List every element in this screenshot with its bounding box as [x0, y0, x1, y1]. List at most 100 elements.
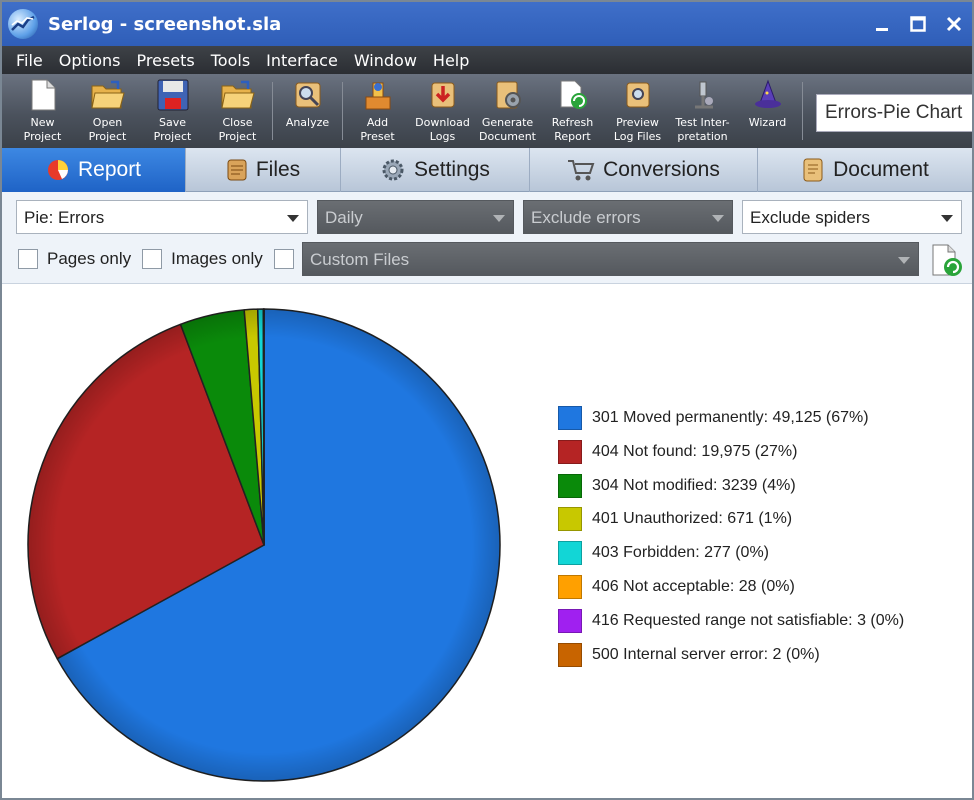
- legend-item: 500 Internal server error: 2 (0%): [558, 642, 820, 668]
- tool-label: Test Inter-: [675, 116, 730, 129]
- refresh-report-button[interactable]: Refresh Report: [540, 74, 605, 148]
- legend-item: 403 Forbidden: 277 (0%): [558, 540, 769, 566]
- select-value: Exclude spiders: [750, 208, 871, 227]
- download-logs-button[interactable]: Download Logs: [410, 74, 475, 148]
- legend-label: 416 Requested range not satisfiable: 3 (…: [592, 611, 905, 629]
- tool-label: Refresh: [551, 116, 594, 129]
- legend-item: 406 Not acceptable: 28 (0%): [558, 574, 795, 600]
- menu-bar: File Options Presets Tools Interface Win…: [2, 46, 972, 74]
- menu-help[interactable]: Help: [425, 51, 477, 70]
- menu-interface[interactable]: Interface: [258, 51, 346, 70]
- gear-document-icon: [491, 78, 525, 112]
- spiders-filter-select[interactable]: Exclude spiders: [742, 200, 962, 234]
- filter-panel: Pie: Errors Daily Exclude errors Exclude…: [2, 192, 972, 284]
- main-tabs: Report Files Settings Conversions Docume…: [2, 148, 972, 192]
- select-value: Pie: Errors: [24, 208, 105, 227]
- legend-label: 406 Not acceptable: 28 (0%): [592, 578, 795, 595]
- legend-swatch: [558, 608, 582, 633]
- cart-icon: [567, 158, 595, 182]
- tool-label: Open: [92, 116, 123, 129]
- tool-label: Project: [23, 130, 62, 143]
- gear-icon: [380, 157, 406, 183]
- legend-swatch: [558, 575, 582, 599]
- refresh-document-icon: [556, 78, 590, 112]
- save-project-button[interactable]: Save Project: [140, 74, 205, 148]
- legend-item: 401 Unauthorized: 671 (1%): [558, 506, 792, 532]
- minimize-button[interactable]: [864, 2, 900, 46]
- legend-label: 500 Internal server error: 2 (0%): [592, 645, 820, 663]
- preview-scroll-icon: [621, 78, 655, 112]
- legend-swatch: [558, 507, 582, 532]
- microscope-icon: [686, 78, 720, 112]
- tool-label: Analyze: [285, 116, 330, 129]
- close-icon: [946, 16, 962, 32]
- preview-log-files-button[interactable]: Preview Log Files: [605, 74, 670, 148]
- tool-label: Project: [88, 130, 127, 143]
- menu-tools[interactable]: Tools: [203, 51, 258, 70]
- tab-files[interactable]: Files: [186, 148, 341, 192]
- floppy-disk-icon: [156, 78, 190, 112]
- menu-presets[interactable]: Presets: [129, 51, 203, 70]
- tab-report[interactable]: Report: [2, 148, 186, 192]
- tab-settings[interactable]: Settings: [341, 148, 530, 192]
- legend-label: 403 Forbidden: 277 (0%): [592, 544, 769, 562]
- tab-conversions[interactable]: Conversions: [530, 148, 758, 192]
- tool-label: Log Files: [613, 130, 662, 143]
- open-project-button[interactable]: Open Project: [75, 74, 140, 148]
- tool-label: Generate: [481, 116, 534, 129]
- tab-label: Conversions: [603, 158, 720, 181]
- close-button[interactable]: [936, 2, 972, 46]
- select-value: Exclude errors: [531, 208, 641, 227]
- title-bar: Serlog - screenshot.sla: [2, 2, 972, 46]
- new-project-button[interactable]: New Project: [10, 74, 75, 148]
- toolbar: New Project Open Project Save Project Close…: [2, 74, 972, 148]
- menu-options[interactable]: Options: [51, 51, 129, 70]
- close-project-button[interactable]: Close Project: [205, 74, 270, 148]
- document-scroll-icon: [801, 157, 825, 183]
- legend-swatch: [558, 642, 582, 667]
- pie-chart: [27, 308, 501, 782]
- test-interpretation-button[interactable]: Test Inter-pretation: [670, 74, 735, 148]
- window-title: Serlog - screenshot.sla: [48, 13, 282, 35]
- wizard-button[interactable]: Wizard: [735, 74, 800, 148]
- toolbar-divider: [342, 82, 343, 140]
- report-type-select[interactable]: Pie: Errors: [16, 200, 308, 234]
- chevron-down-icon: [898, 257, 910, 264]
- chevron-down-icon: [941, 215, 953, 222]
- images-only-checkbox[interactable]: [142, 249, 163, 269]
- tool-label: Project: [218, 130, 257, 143]
- scroll-icon: [226, 158, 248, 182]
- legend-swatch: [558, 473, 582, 498]
- tool-label: Close: [222, 116, 253, 129]
- pages-only-label: Pages only: [47, 249, 132, 268]
- select-value: Custom Files: [310, 250, 410, 269]
- analyze-button[interactable]: Analyze: [275, 74, 340, 148]
- pages-only-checkbox[interactable]: [18, 249, 38, 269]
- menu-window[interactable]: Window: [346, 51, 425, 70]
- tab-label: Settings: [414, 158, 490, 181]
- legend-label: 401 Unauthorized: 671 (1%): [592, 510, 793, 528]
- add-preset-icon: [361, 78, 395, 112]
- tool-label: Project: [153, 130, 192, 143]
- download-icon: [426, 78, 460, 112]
- legend-swatch: [558, 406, 582, 430]
- preset-selector[interactable]: Errors-Pie Chart: [816, 94, 972, 132]
- pie-chart-icon: [46, 158, 70, 182]
- menu-file[interactable]: File: [8, 51, 51, 70]
- maximize-button[interactable]: [900, 2, 936, 46]
- generate-document-button[interactable]: Generate Document: [475, 74, 540, 148]
- refresh-filter-button[interactable]: [928, 242, 964, 278]
- tab-document[interactable]: Document: [758, 148, 972, 192]
- tab-label: Files: [255, 158, 301, 181]
- tool-label: New: [30, 116, 55, 129]
- app-window: Serlog - screenshot.sla File Options Pre…: [0, 0, 974, 800]
- add-preset-button[interactable]: Add Preset: [345, 74, 410, 148]
- custom-files-checkbox[interactable]: [273, 249, 294, 269]
- refresh-document-icon: [932, 244, 962, 276]
- tool-label: pretation: [677, 130, 728, 143]
- tool-label: Report: [554, 130, 591, 143]
- select-value: Daily: [325, 208, 363, 227]
- chart-area: 301 Moved permanently: 49,125 (67%) 404 N…: [2, 285, 972, 798]
- legend-swatch: [558, 541, 582, 566]
- tool-label: Preview: [616, 116, 659, 129]
